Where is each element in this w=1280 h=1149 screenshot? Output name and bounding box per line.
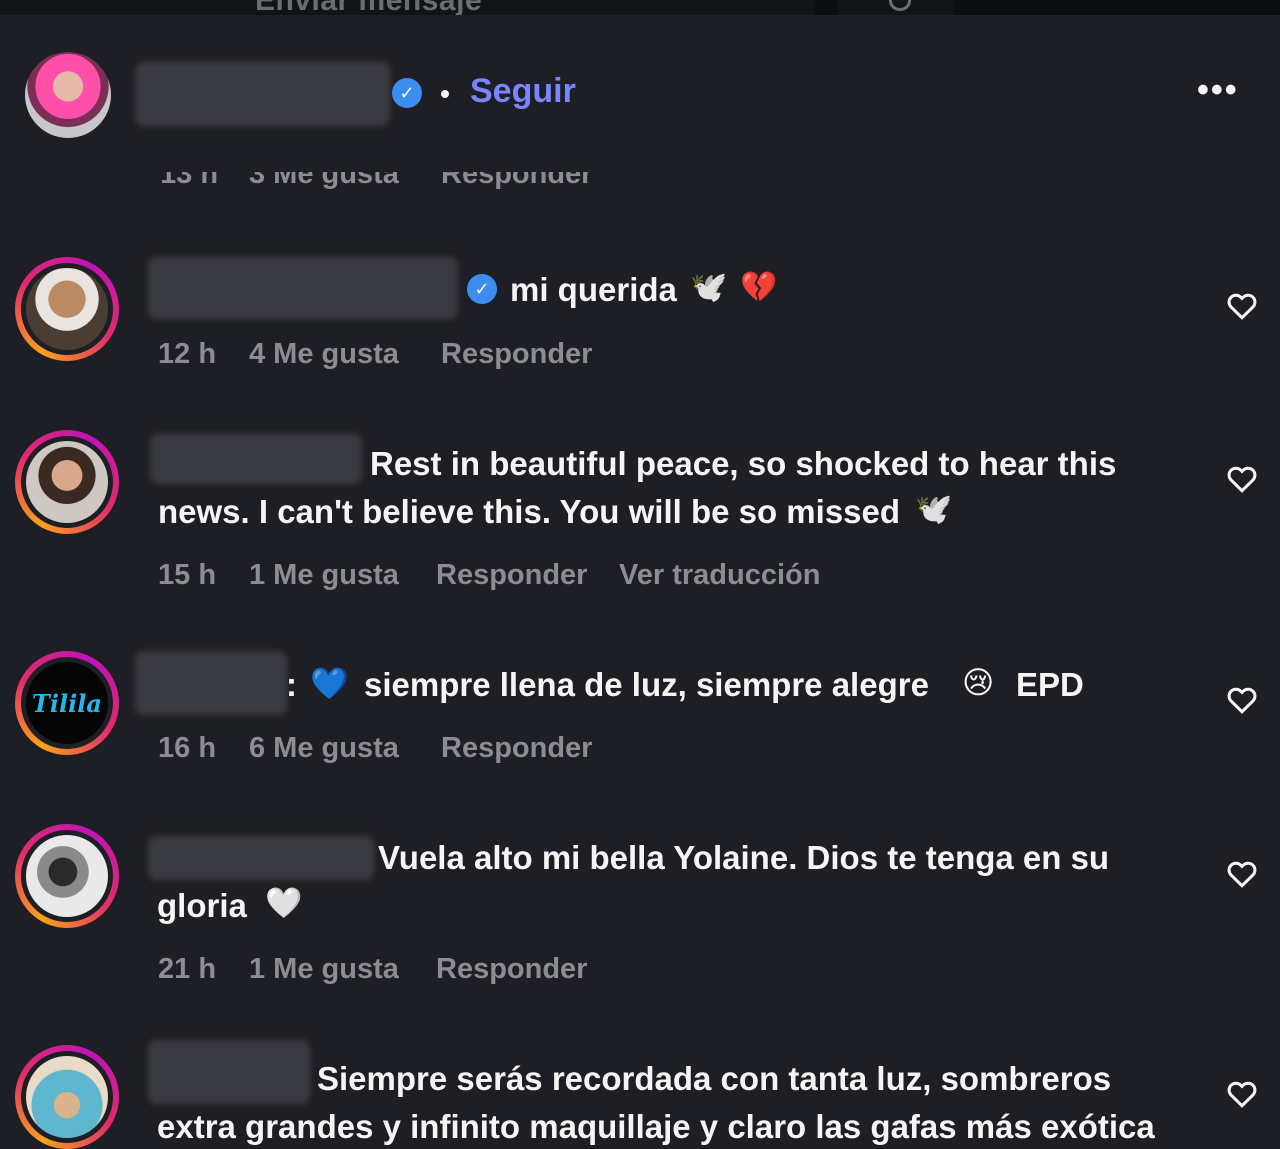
comment-likes[interactable]: 6 Me gusta: [249, 732, 399, 765]
verified-badge-icon: ✓: [467, 274, 497, 304]
comment-prefix: :: [286, 666, 297, 703]
reply-button[interactable]: Responder: [441, 338, 592, 371]
comment-time: 15 h: [158, 559, 217, 591]
top-bar-divider: [953, 0, 1280, 15]
white-heart-emoji: 🤍: [265, 887, 303, 920]
comment-likes[interactable]: 4 Me gusta: [249, 338, 399, 371]
heart-icon[interactable]: [1224, 855, 1260, 891]
commenter-username-blurred[interactable]: [135, 651, 287, 715]
heart-icon[interactable]: [1224, 460, 1260, 496]
commenter-avatar[interactable]: [15, 257, 119, 361]
verified-badge-icon: ✓: [392, 78, 422, 108]
heart-icon[interactable]: [1224, 287, 1260, 323]
dove-emoji: 🕊️: [915, 493, 953, 526]
separator-dot: [441, 90, 449, 98]
commenter-avatar[interactable]: Tilila: [15, 651, 119, 755]
dove-emoji: 🕊️: [690, 271, 728, 304]
author-avatar[interactable]: [25, 52, 111, 138]
reply-button[interactable]: Responder: [441, 732, 592, 765]
broken-heart-emoji: 💔: [740, 271, 778, 304]
see-translation-button[interactable]: Ver traducción: [619, 559, 820, 592]
commenter-avatar[interactable]: [15, 1045, 119, 1149]
comment-text: mi querida: [510, 271, 677, 308]
reply-button[interactable]: Responder: [436, 953, 587, 986]
heart-icon[interactable]: [1224, 681, 1260, 717]
comment-time: 12 h: [158, 338, 217, 370]
author-username-blurred[interactable]: [135, 62, 390, 126]
commenter-username-blurred[interactable]: [150, 434, 362, 484]
reply-button[interactable]: Responder: [436, 559, 587, 592]
comment-likes[interactable]: 1 Me gusta: [249, 559, 399, 592]
avatar-logo-text: Tilila: [32, 688, 102, 718]
comment-text-line-1: Rest in beautiful peace, so shocked to h…: [370, 445, 1117, 482]
comment-text: siempre llena de luz, siempre alegre: [364, 666, 929, 703]
blue-heart-emoji: 💙: [310, 666, 349, 701]
commenter-username-blurred[interactable]: [148, 1040, 310, 1104]
follow-button[interactable]: Seguir: [470, 72, 576, 111]
comment-text-line-1: Vuela alto mi bella Yolaine. Dios te ten…: [378, 839, 1110, 876]
crying-face-emoji: 😢: [962, 665, 995, 700]
heart-icon[interactable]: [1224, 1075, 1260, 1111]
commenter-username-blurred[interactable]: [148, 257, 458, 319]
comment-suffix: EPD: [1016, 666, 1084, 703]
comment-text-line-2: gloria: [157, 887, 247, 924]
commenter-avatar[interactable]: [15, 824, 119, 928]
comment-text-line-2: extra grandes y infinito maquillaje y cl…: [157, 1108, 1155, 1145]
header-divider: [0, 162, 1280, 172]
comment-text-line-2: news. I can't believe this. You will be …: [158, 493, 901, 530]
commenter-avatar[interactable]: [15, 430, 119, 534]
comment-likes[interactable]: 1 Me gusta: [249, 953, 399, 986]
comment-time: 21 h: [158, 953, 217, 985]
comment-time: 16 h: [158, 732, 217, 764]
top-bar-divider: [815, 0, 837, 15]
more-options-icon[interactable]: •••: [1197, 71, 1239, 110]
commenter-username-blurred[interactable]: [148, 836, 374, 880]
person-icon[interactable]: [889, 0, 911, 11]
top-bar: Enviar mensaje: [0, 0, 1280, 17]
comment-text-line-1: Siempre serás recordada con tanta luz, s…: [317, 1060, 1112, 1097]
